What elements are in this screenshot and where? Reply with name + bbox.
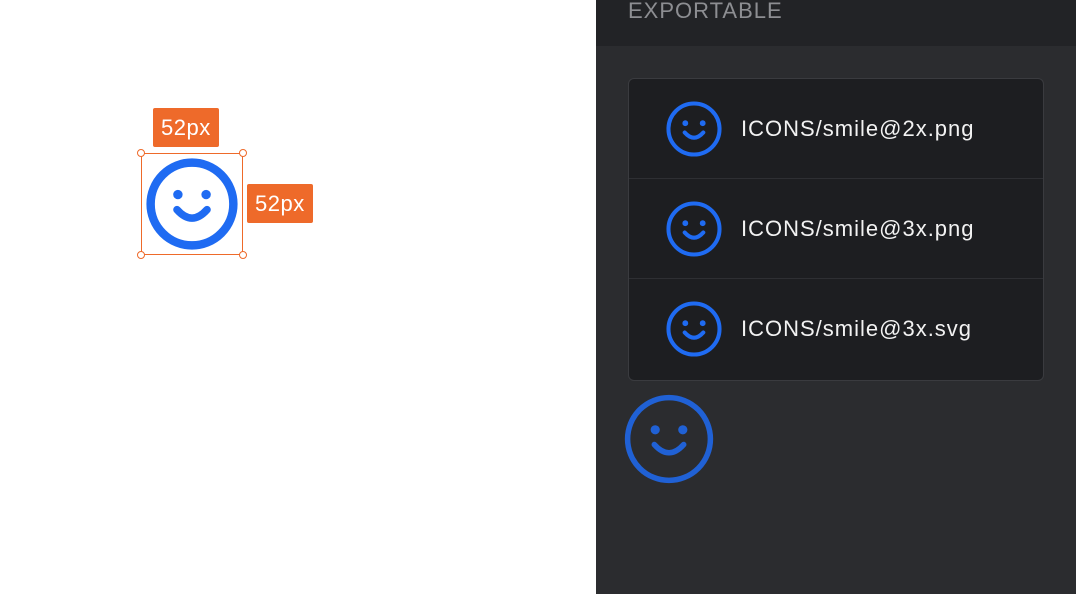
export-list: ICONS/smile@2x.png ICONS/smile@3x.png IC…: [628, 78, 1044, 381]
export-item-smile-3x-svg[interactable]: ICONS/smile@3x.svg: [629, 279, 1043, 379]
width-dimension-badge: 52px: [153, 108, 219, 147]
resize-handle-bottom-right[interactable]: [239, 251, 247, 259]
export-item-smile-3x-png[interactable]: ICONS/smile@3x.png: [629, 179, 1043, 279]
resize-handle-bottom-left[interactable]: [137, 251, 145, 259]
resize-handle-top-left[interactable]: [137, 149, 145, 157]
export-item-smile-2x-png[interactable]: ICONS/smile@2x.png: [629, 79, 1043, 179]
export-panel: EXPORTABLE ICONS/smile@2x.png ICONS/smil…: [596, 0, 1076, 594]
smile-icon: [666, 201, 722, 257]
resize-handle-top-right[interactable]: [239, 149, 247, 157]
smile-icon: [666, 301, 722, 357]
design-canvas[interactable]: 52px 52px: [0, 0, 596, 594]
panel-header: EXPORTABLE: [596, 0, 1076, 46]
export-item-label: ICONS/smile@2x.png: [741, 116, 975, 141]
panel-title: EXPORTABLE: [628, 0, 783, 23]
smile-icon: [666, 101, 722, 157]
smile-drag-preview-icon[interactable]: [623, 393, 715, 485]
export-item-label: ICONS/smile@3x.png: [741, 216, 975, 241]
height-dimension-badge: 52px: [247, 184, 313, 223]
export-item-label: ICONS/smile@3x.svg: [741, 316, 973, 341]
smile-icon[interactable]: [145, 157, 239, 251]
